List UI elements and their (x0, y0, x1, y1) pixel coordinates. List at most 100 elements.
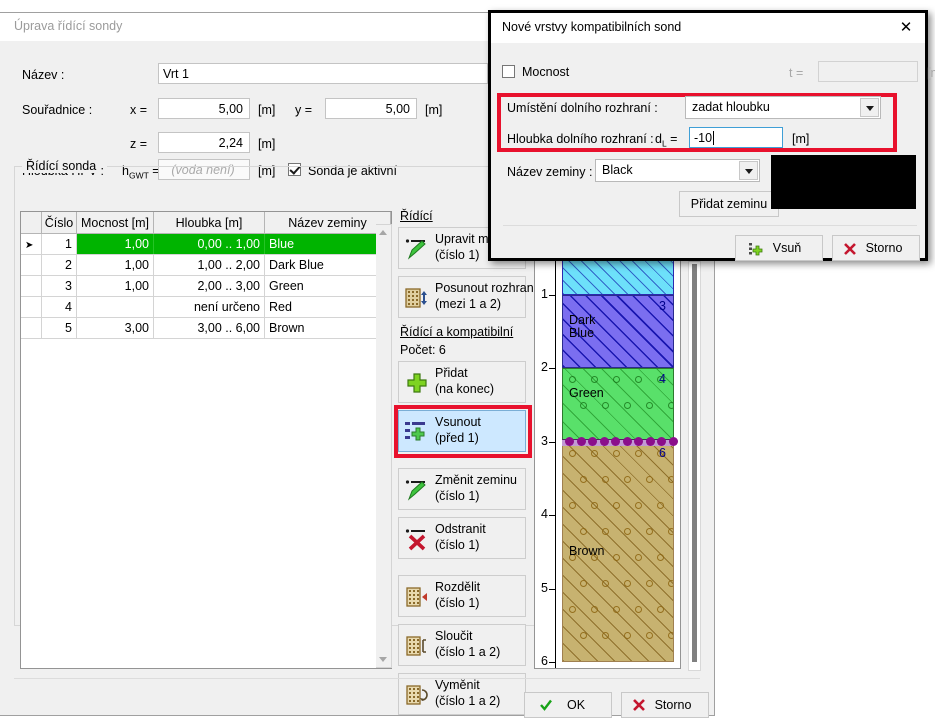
action-button-line1: Změnit zeminu (435, 473, 517, 487)
action-button-line2: (číslo 1) (435, 489, 480, 503)
table-row[interactable]: 3 1,00 2,00 .. 3,00 Green (21, 275, 391, 297)
x-input[interactable]: 5,00 (158, 98, 250, 119)
close-icon[interactable]: ✕ (893, 17, 919, 39)
soil-layer[interactable]: Green 4 (562, 368, 674, 442)
depth-input-value: -10 (694, 131, 713, 145)
soil-layer-name: Green (569, 386, 604, 401)
action-button-line2: (číslo 1) (435, 538, 480, 552)
cell-hloubka[interactable]: 3,00 .. 6,00 (153, 317, 265, 339)
action-button-rozd-lit[interactable]: Rozdělit (číslo 1) (398, 575, 526, 617)
scroll-up-arrow-icon[interactable] (376, 225, 390, 240)
action-button-vym-nit[interactable]: Vyměnit (číslo 1 a 2) (398, 673, 526, 715)
cell-mocnost[interactable]: 1,00 (76, 233, 154, 255)
ok-button[interactable]: OK (524, 692, 612, 718)
name-input[interactable]: Vrt 1 (158, 63, 488, 84)
table-scrollbar[interactable] (376, 224, 392, 668)
depth-symbol-d: d (655, 132, 662, 146)
main-window-title: Úprava řídící sondy (14, 19, 123, 33)
row-selector-cell[interactable] (21, 296, 42, 318)
cell-nazev-zeminy[interactable]: Red (264, 296, 391, 318)
row-selector-cell[interactable] (21, 317, 42, 339)
action-button-posunout-rozhran[interactable]: Posunout rozhraní (mezi 1 a 2) (398, 276, 537, 318)
thickness-input[interactable] (818, 61, 918, 82)
cell-nazev-zeminy[interactable]: Dark Blue (264, 254, 391, 276)
insert-plus-icon (749, 242, 763, 256)
layer-interface-marker (562, 436, 678, 446)
dialog-titlebar: Nové vrstvy kompatibilních sond ✕ (491, 13, 925, 43)
cell-mocnost[interactable]: 3,00 (76, 317, 154, 339)
action-button-line1: Vsunout (435, 415, 481, 429)
action-button-line2: (číslo 1 a 2) (435, 694, 501, 708)
cell-hloubka[interactable]: není určeno (153, 296, 265, 318)
chevron-down-icon[interactable] (860, 98, 879, 117)
soil-name-label: Název zeminy : (507, 165, 593, 179)
axis-tick (549, 441, 556, 443)
table-row[interactable]: 4 není určeno Red (21, 296, 391, 318)
chevron-down-icon[interactable] (739, 161, 758, 180)
cell-cislo[interactable]: 2 (41, 254, 77, 276)
placement-combobox[interactable]: zadat hloubku (685, 96, 881, 119)
cell-nazev-zeminy[interactable]: Green (264, 275, 391, 297)
depth-axis (555, 210, 556, 668)
th-nazev-zeminy[interactable]: Název zeminy (264, 212, 391, 234)
cancel-button-label: Storno (654, 698, 692, 712)
action-button-p-idat[interactable]: Přidat (na konec) (398, 361, 526, 403)
table-row[interactable]: 2 1,00 1,00 .. 2,00 Dark Blue (21, 254, 391, 276)
th-mocnost[interactable]: Mocnost [m] (76, 212, 154, 234)
action-button-odstranit[interactable]: Odstranit (číslo 1) (398, 517, 526, 559)
row-selector-cell[interactable] (21, 254, 42, 276)
cell-cislo[interactable]: 3 (41, 275, 77, 297)
action-button-zm-nit-zeminu[interactable]: Změnit zeminu (číslo 1) (398, 468, 526, 510)
y-input[interactable]: 5,00 (325, 98, 417, 119)
drawing-scrollbar-thumb[interactable] (692, 264, 697, 662)
delete-x-icon (405, 527, 429, 551)
dialog-footer-separator (503, 225, 917, 226)
thickness-checkbox[interactable] (502, 65, 515, 78)
action-button-line2: (před 1) (435, 431, 479, 445)
cell-nazev-zeminy[interactable]: Blue (264, 233, 391, 255)
soil-layer[interactable]: Brown 6 (562, 441, 674, 662)
soil-name-combobox[interactable]: Black (595, 159, 760, 182)
soil-profile-drawing[interactable]: 1 2 3 4 5 6 Dark Blue 3 Green 4 Brown 6 (534, 209, 681, 669)
row-selector-cell[interactable] (21, 275, 42, 297)
dialog-cancel-button[interactable]: Storno (832, 235, 920, 261)
depth-input[interactable]: -10 (689, 127, 783, 148)
cell-cislo[interactable]: 4 (41, 296, 77, 318)
table-row[interactable]: 5 3,00 3,00 .. 6,00 Brown (21, 317, 391, 339)
cell-hloubka[interactable]: 0,00 .. 1,00 (153, 233, 265, 255)
cell-nazev-zeminy[interactable]: Brown (264, 317, 391, 339)
cell-cislo[interactable]: 1 (41, 233, 77, 255)
new-layers-dialog: Nové vrstvy kompatibilních sond ✕ Mocnos… (488, 10, 935, 261)
row-selector-cell[interactable]: ➤ (21, 233, 42, 255)
depth-symbol: dL = (655, 132, 677, 149)
cell-mocnost[interactable]: 1,00 (76, 275, 154, 297)
insert-button[interactable]: Vsuň (735, 235, 823, 261)
cell-mocnost[interactable]: 1,00 (76, 254, 154, 276)
insert-button-label: Vsuň (772, 241, 802, 255)
button-group-spacer (398, 566, 528, 575)
th-hloubka[interactable]: Hloubka [m] (153, 212, 265, 234)
close-x-icon (843, 242, 857, 256)
action-button-vsunout[interactable]: Vsunout (před 1) (398, 410, 526, 452)
scroll-down-arrow-icon[interactable] (376, 652, 390, 667)
table-row[interactable]: ➤ 1 1,00 0,00 .. 1,00 Blue (21, 233, 391, 255)
cell-mocnost[interactable] (76, 296, 154, 318)
action-button-slou-it[interactable]: Sloučit (číslo 1 a 2) (398, 624, 526, 666)
swap-icon (405, 683, 429, 707)
axis-tick-label: 6 (541, 654, 548, 668)
th-cislo[interactable]: Číslo (41, 212, 77, 234)
z-input[interactable]: 2,24 (158, 132, 250, 153)
cell-cislo[interactable]: 5 (41, 317, 77, 339)
drawing-scrollbar[interactable] (688, 261, 701, 671)
layers-table[interactable]: Číslo Mocnost [m] Hloubka [m] Název zemi… (20, 211, 392, 669)
cancel-button[interactable]: Storno (621, 692, 709, 718)
soil-layer[interactable]: Dark Blue 3 (562, 295, 674, 369)
cell-hloubka[interactable]: 1,00 .. 2,00 (153, 254, 265, 276)
x-unit: [m] (258, 103, 276, 117)
move-interface-icon (405, 286, 429, 310)
depth-unit: [m] (792, 132, 810, 146)
soil-color-swatch (771, 155, 916, 209)
add-soil-button[interactable]: Přidat zeminu (679, 191, 779, 217)
button-group-spacer (398, 459, 528, 468)
cell-hloubka[interactable]: 2,00 .. 3,00 (153, 275, 265, 297)
